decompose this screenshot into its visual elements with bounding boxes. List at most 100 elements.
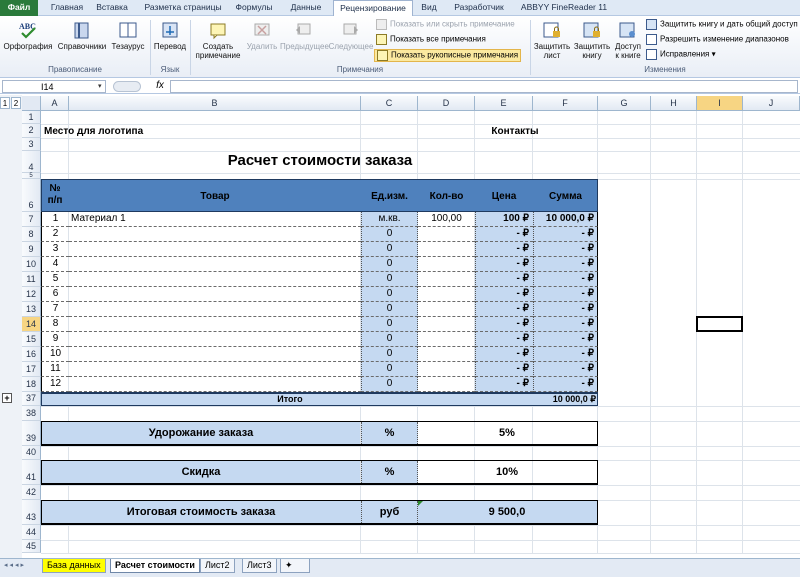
next-comment-button[interactable]: Следующее bbox=[328, 20, 374, 51]
column-header-b[interactable]: B bbox=[69, 96, 361, 111]
item-price[interactable]: 100 ₽ bbox=[475, 212, 533, 227]
create-comment-button[interactable]: Создать примечание bbox=[192, 20, 244, 60]
item-qty[interactable] bbox=[418, 317, 475, 332]
item-qty[interactable]: 100,00 bbox=[418, 212, 475, 227]
row-header[interactable]: 39 bbox=[22, 421, 41, 446]
item-product[interactable] bbox=[69, 302, 361, 317]
tab-page-layout[interactable]: Разметка страницы bbox=[140, 0, 226, 16]
formula-bar-toggle[interactable] bbox=[113, 81, 141, 92]
tab-view[interactable]: Вид bbox=[416, 0, 442, 16]
select-all-button[interactable] bbox=[22, 96, 41, 111]
item-qty[interactable] bbox=[418, 332, 475, 347]
row-header[interactable]: 18 bbox=[22, 377, 41, 392]
item-product[interactable] bbox=[69, 257, 361, 272]
row-header[interactable]: 16 bbox=[22, 347, 41, 362]
protect-share-button[interactable]: Защитить книгу и дать общий доступ bbox=[646, 19, 798, 30]
item-price[interactable]: - ₽ bbox=[475, 347, 533, 362]
row-header[interactable]: 4 bbox=[22, 151, 41, 173]
sheet-tab-list3[interactable]: Лист3 bbox=[242, 559, 277, 573]
column-header-h[interactable]: H bbox=[651, 96, 697, 111]
row-header[interactable]: 12 bbox=[22, 287, 41, 302]
item-unit[interactable]: 0 bbox=[361, 377, 418, 392]
row-header[interactable]: 15 bbox=[22, 332, 41, 347]
item-product[interactable] bbox=[69, 227, 361, 242]
expand-group-icon[interactable]: + bbox=[2, 393, 12, 403]
item-unit[interactable]: 0 bbox=[361, 317, 418, 332]
item-price[interactable]: - ₽ bbox=[475, 362, 533, 377]
tab-developer[interactable]: Разработчик bbox=[448, 0, 510, 16]
tab-formulas[interactable]: Формулы bbox=[230, 0, 278, 16]
name-box[interactable]: I14 bbox=[2, 80, 106, 93]
previous-comment-button[interactable]: Предыдущее bbox=[280, 20, 329, 51]
item-price[interactable]: - ₽ bbox=[475, 302, 533, 317]
item-unit[interactable]: 0 bbox=[361, 362, 418, 377]
item-unit[interactable]: м.кв. bbox=[361, 212, 418, 227]
row-header[interactable]: 9 bbox=[22, 242, 41, 257]
item-product[interactable] bbox=[69, 362, 361, 377]
item-unit[interactable]: 0 bbox=[361, 227, 418, 242]
delete-comment-button[interactable]: Удалить bbox=[246, 20, 278, 51]
tab-file[interactable]: Файл bbox=[0, 0, 38, 16]
item-price[interactable]: - ₽ bbox=[475, 242, 533, 257]
item-qty[interactable] bbox=[418, 257, 475, 272]
chevron-down-icon[interactable]: ▾ bbox=[98, 82, 104, 90]
column-header-i[interactable]: I bbox=[697, 96, 743, 111]
item-qty[interactable] bbox=[418, 347, 475, 362]
item-product[interactable] bbox=[69, 242, 361, 257]
row-header[interactable]: 2 bbox=[22, 124, 41, 138]
item-qty[interactable] bbox=[418, 302, 475, 317]
item-price[interactable]: - ₽ bbox=[475, 317, 533, 332]
show-all-comments-button[interactable]: Показать все примечания bbox=[376, 34, 486, 45]
sheet-tab-database[interactable]: База данных bbox=[42, 559, 106, 573]
item-product[interactable]: Материал 1 bbox=[69, 212, 361, 227]
item-product[interactable] bbox=[69, 272, 361, 287]
item-unit[interactable]: 0 bbox=[361, 302, 418, 317]
item-qty[interactable] bbox=[418, 362, 475, 377]
row-header[interactable]: 8 bbox=[22, 227, 41, 242]
item-unit[interactable]: 0 bbox=[361, 257, 418, 272]
tab-data[interactable]: Данные bbox=[284, 0, 328, 16]
item-unit[interactable]: 0 bbox=[361, 272, 418, 287]
markup-value[interactable]: 5% bbox=[418, 422, 596, 444]
row-header[interactable]: 41 bbox=[22, 460, 41, 485]
item-product[interactable] bbox=[69, 317, 361, 332]
show-hide-comment-button[interactable]: Показать или скрыть примечание bbox=[376, 19, 515, 30]
item-unit[interactable]: 0 bbox=[361, 287, 418, 302]
row-header[interactable]: 13 bbox=[22, 302, 41, 317]
tab-abbyy[interactable]: ABBYY FineReader 11 bbox=[514, 0, 614, 16]
item-price[interactable]: - ₽ bbox=[475, 227, 533, 242]
row-header[interactable]: 37 bbox=[22, 392, 41, 406]
row-header[interactable]: 11 bbox=[22, 272, 41, 287]
outline-level-2-button[interactable]: 2 bbox=[11, 97, 21, 109]
item-price[interactable]: - ₽ bbox=[475, 332, 533, 347]
row-header[interactable]: 3 bbox=[22, 138, 41, 151]
discount-value[interactable]: 10% bbox=[418, 461, 596, 483]
item-unit[interactable]: 0 bbox=[361, 242, 418, 257]
row-header[interactable]: 10 bbox=[22, 257, 41, 272]
column-header-g[interactable]: G bbox=[598, 96, 651, 111]
row-header[interactable]: 17 bbox=[22, 362, 41, 377]
item-product[interactable] bbox=[69, 332, 361, 347]
sheet-tab-list2[interactable]: Лист2 bbox=[200, 559, 235, 573]
row-header[interactable]: 6 bbox=[22, 179, 41, 212]
item-price[interactable]: - ₽ bbox=[475, 287, 533, 302]
sheet-tab-calculation[interactable]: Расчет стоимости bbox=[110, 559, 200, 573]
column-header-e[interactable]: E bbox=[475, 96, 533, 111]
row-header[interactable]: 1 bbox=[22, 111, 41, 124]
item-qty[interactable] bbox=[418, 377, 475, 392]
thesaurus-button[interactable]: Тезаурус bbox=[110, 20, 146, 51]
item-price[interactable]: - ₽ bbox=[475, 272, 533, 287]
row-header[interactable]: 38 bbox=[22, 406, 41, 421]
insert-sheet-icon[interactable]: ✦ bbox=[280, 559, 310, 573]
row-header[interactable]: 42 bbox=[22, 485, 41, 500]
tab-home[interactable]: Главная bbox=[44, 0, 90, 16]
item-qty[interactable] bbox=[418, 242, 475, 257]
row-header[interactable]: 40 bbox=[22, 446, 41, 460]
item-product[interactable] bbox=[69, 287, 361, 302]
insert-function-button[interactable]: fx bbox=[150, 80, 170, 93]
spelling-button[interactable]: ABC Орфография bbox=[2, 20, 54, 51]
item-product[interactable] bbox=[69, 377, 361, 392]
protect-workbook-button[interactable]: Защитить книгу bbox=[572, 20, 612, 60]
column-header-a[interactable]: A bbox=[41, 96, 69, 111]
item-unit[interactable]: 0 bbox=[361, 332, 418, 347]
